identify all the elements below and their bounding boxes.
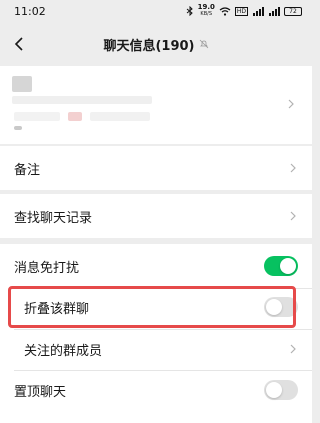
page-title: 聊天信息(190) (103, 38, 195, 54)
toggle-knob (280, 258, 296, 274)
avatar (68, 112, 82, 121)
chevron-right-icon (288, 344, 298, 354)
mute-label: 消息免打扰 (14, 260, 80, 276)
avatar (14, 112, 60, 121)
toggle-knob (266, 382, 282, 398)
pin-chat-toggle[interactable] (264, 380, 298, 400)
members-panel[interactable] (0, 66, 312, 144)
nav-bar: 聊天信息(190) (0, 22, 312, 66)
pin-chat-row: 置顶聊天 (0, 368, 312, 412)
battery-icon: 72 (284, 6, 302, 16)
bell-off-icon (199, 39, 208, 49)
avatar (14, 126, 22, 130)
search-history-row[interactable]: 查找聊天记录 (0, 194, 312, 238)
chevron-left-icon (14, 37, 23, 51)
highlight-box (8, 286, 296, 328)
search-history-label: 查找聊天记录 (14, 210, 93, 226)
remark-row[interactable]: 备注 (0, 146, 312, 190)
avatar (90, 112, 150, 121)
page-title-wrap: 聊天信息(190) (103, 35, 208, 54)
signal-icon (252, 6, 264, 16)
mute-row: 消息免打扰 (0, 244, 312, 288)
wifi-icon (219, 6, 231, 16)
chevron-right-icon (288, 163, 298, 173)
pin-chat-label: 置顶聊天 (14, 384, 67, 400)
chevron-right-icon (286, 99, 296, 109)
status-time: 11:02 (14, 4, 46, 18)
avatar (12, 96, 152, 104)
chevron-right-icon (288, 211, 298, 221)
status-bar: 11:02 19.0 KB/S HD 72 (0, 0, 312, 22)
hd-icon: HD (234, 6, 248, 16)
back-button[interactable] (8, 32, 30, 56)
status-icons: 19.0 KB/S HD 72 (186, 4, 302, 18)
mute-toggle[interactable] (264, 256, 298, 276)
followed-members-label: 关注的群成员 (24, 343, 103, 359)
signal-icon (268, 6, 280, 16)
remark-label: 备注 (14, 162, 41, 178)
avatar (12, 76, 32, 92)
followed-members-row[interactable]: 关注的群成员 (0, 328, 312, 370)
net-speed: 19.0 KB/S (197, 3, 215, 18)
bluetooth-icon (186, 6, 194, 16)
